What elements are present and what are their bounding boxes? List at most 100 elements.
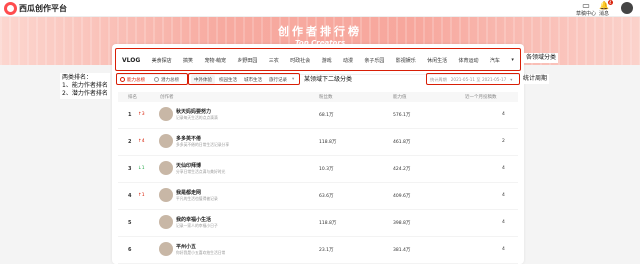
tab-11[interactable]: 休闲生活 [427, 57, 447, 64]
period-dropdown-icon: ▾ [510, 77, 513, 82]
table-header: 排名 创作者 粉丝数 能力值 近一个月投稿数 [118, 92, 518, 102]
ability-value: 576.1万 [393, 113, 411, 118]
creator-avatar[interactable] [159, 215, 173, 229]
post-count: 4 [502, 112, 505, 117]
creator-avatar[interactable] [159, 242, 173, 256]
drafts-label: 草稿中心 [576, 11, 597, 17]
header-count: 近一个月投稿数 [465, 95, 497, 100]
creator-desc: 分享日常生活点滴与美好时光 [176, 169, 226, 174]
tab-8[interactable]: 动漫 [343, 57, 353, 64]
potential-rank-tab[interactable]: 潜力总榜 [154, 75, 179, 84]
rank-number: 3 [128, 166, 132, 172]
rank-note-1: 1、能力作者排名 [62, 82, 108, 89]
table-row[interactable]: 4 ↑1 我是都走网 平凡的生活也值得被记录 63.6万 409.6万 4 [118, 183, 518, 210]
domain-tabs: VLOG 美食探店 搞笑 宠物·萌宠 乡野田园 三农 时政社会 游戏 动漫 亲子乐园 影视娱乐 休闲生… [116, 50, 520, 70]
subtab-1[interactable]: 中外体验 [191, 75, 215, 84]
table-row[interactable]: 2 ↑4 多多英不倦 多多英不倦的日常生活记录分享 118.8万 461.8万 2 [118, 129, 518, 156]
annotation-tabs: 各领域分类 [524, 53, 559, 63]
draft-icon: ▭ [582, 1, 590, 10]
user-avatar[interactable] [621, 2, 633, 14]
tab-7[interactable]: 游戏 [322, 57, 332, 64]
potential-icon [154, 77, 159, 82]
top-bar: 西瓜创作平台 ▭ 草稿中心 🔔 消息 4 [0, 0, 640, 17]
creator-name[interactable]: 秋天妈妈要努力 [176, 108, 211, 115]
period-label: 统计周期 [430, 76, 447, 82]
subtabs-more-icon[interactable]: ▾ [292, 75, 294, 84]
creator-avatar[interactable] [159, 134, 173, 148]
creator-name[interactable]: 多多英不倦 [176, 135, 201, 142]
annotation-subtabs: 某领域下二级分类 [302, 75, 355, 85]
rank-change: ↑3 [138, 112, 145, 117]
fans-count: 10.3万 [319, 167, 334, 172]
subtab-3[interactable]: 城市生活 [244, 75, 262, 84]
table-row[interactable]: 1 ↑3 秋天妈妈要努力 记录每天生活的点点滴滴 68.1万 576.1万 4 [118, 102, 518, 129]
post-count: 4 [502, 220, 505, 225]
post-count: 4 [502, 166, 505, 171]
creator-desc: 记录每天生活的点点滴滴 [176, 115, 218, 120]
table-row[interactable]: 6 平州小五 你好我是小五喜欢拍生活日常 23.1万 381.4万 4 [118, 237, 518, 264]
header-ability: 能力值 [393, 95, 407, 100]
rank-note-title: 两类排名： [62, 74, 93, 81]
period-selector[interactable]: 统计周期 2021-05-11 至 2021-05-17 ▾ [430, 75, 512, 84]
messages-badge: 4 [608, 0, 613, 5]
creator-avatar[interactable] [159, 188, 173, 202]
tab-9[interactable]: 亲子乐园 [364, 57, 384, 64]
header-rank: 排名 [128, 95, 137, 100]
header-fans: 粉丝数 [319, 95, 333, 100]
fans-count: 63.6万 [319, 194, 334, 199]
ability-rank-tab[interactable]: 能力总榜 [120, 75, 145, 84]
table-row[interactable]: 5 我的幸福小生活 记录一家人的幸福小日子 118.8万 398.8万 4 [118, 210, 518, 237]
fans-count: 118.8万 [319, 221, 337, 226]
ability-icon [120, 77, 125, 82]
rank-change: ↑1 [138, 193, 145, 198]
period-range: 2021-05-11 至 2021-05-17 [450, 76, 507, 82]
creator-avatar[interactable] [159, 107, 173, 121]
rank-number: 1 [128, 112, 132, 118]
tab-1[interactable]: 美食探店 [152, 57, 172, 64]
tab-10[interactable]: 影视娱乐 [396, 57, 416, 64]
creator-avatar[interactable] [159, 161, 173, 175]
tab-2[interactable]: 搞笑 [183, 57, 193, 64]
creator-desc: 记录一家人的幸福小日子 [176, 223, 218, 228]
rank-number: 2 [128, 139, 132, 145]
banner-title: 创作者排行榜 [278, 25, 362, 38]
creator-name[interactable]: 我是都走网 [176, 189, 201, 196]
subtab-4[interactable]: 旅行记录 [269, 75, 287, 84]
creator-name[interactable]: 我的幸福小生活 [176, 216, 211, 223]
tab-3[interactable]: 宠物·萌宠 [204, 57, 226, 64]
post-count: 2 [502, 139, 505, 144]
ability-rank-label: 能力总榜 [127, 77, 145, 83]
rank-number: 6 [128, 247, 132, 253]
tab-5[interactable]: 三农 [269, 57, 279, 64]
fans-count: 68.1万 [319, 113, 334, 118]
tab-6[interactable]: 时政社会 [290, 57, 310, 64]
tab-4[interactable]: 乡野田园 [237, 57, 257, 64]
tab-13[interactable]: 汽车 [490, 57, 500, 64]
rank-change: ↑4 [138, 139, 145, 144]
header-creator: 创作者 [160, 95, 174, 100]
post-count: 4 [502, 193, 505, 198]
fans-count: 118.8万 [319, 140, 337, 145]
subtab-2[interactable]: 校园生活 [219, 75, 237, 84]
logo[interactable]: 西瓜创作平台 [4, 2, 67, 15]
tab-12[interactable]: 体育运动 [459, 57, 479, 64]
ability-value: 461.8万 [393, 140, 411, 145]
creator-desc: 多多英不倦的日常生活记录分享 [176, 142, 230, 147]
tab-0[interactable]: VLOG [122, 57, 140, 64]
messages-label: 消息 [599, 11, 610, 17]
drafts-button[interactable]: ▭ 草稿中心 [576, 1, 596, 17]
post-count: 4 [502, 247, 505, 252]
logo-text: 西瓜创作平台 [19, 4, 67, 13]
creator-desc: 你好我是小五喜欢拍生活日常 [176, 250, 226, 255]
rank-change: ↓1 [138, 166, 145, 171]
creator-name[interactable]: 平州小五 [176, 243, 196, 250]
potential-rank-label: 潜力总榜 [161, 77, 179, 83]
rank-number: 4 [128, 193, 132, 199]
fans-count: 23.1万 [319, 248, 334, 253]
creator-name[interactable]: 天仙印拜博 [176, 162, 201, 169]
watermelon-logo-icon [4, 2, 17, 15]
tabs-more-icon[interactable]: ▾ [511, 57, 514, 63]
ability-value: 424.2万 [393, 167, 411, 172]
annotation-period: 统计周期 [521, 74, 550, 84]
table-row[interactable]: 3 ↓1 天仙印拜博 分享日常生活点滴与美好时光 10.3万 424.2万 4 [118, 156, 518, 183]
